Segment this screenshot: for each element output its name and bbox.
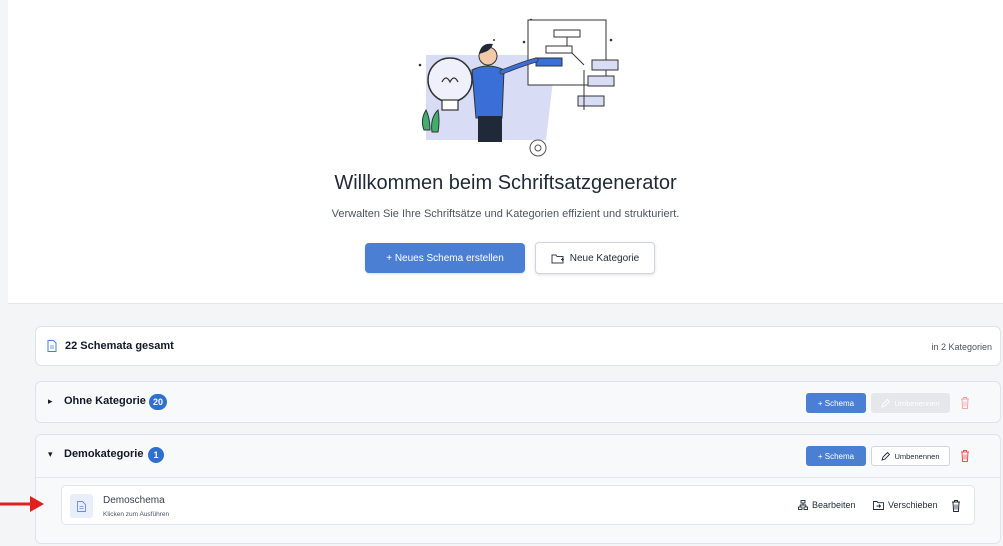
trash-icon[interactable] — [959, 396, 971, 410]
pencil-icon — [881, 451, 891, 461]
rename-category-button[interactable]: Umbenennen — [871, 393, 950, 413]
add-schema-button[interactable]: + Schema — [806, 393, 866, 413]
schema-icon-box — [70, 494, 93, 518]
category-name: Demokategorie — [64, 448, 144, 460]
caret-right-icon[interactable]: ▸ — [48, 396, 53, 407]
category-name: Ohne Kategorie — [64, 395, 146, 407]
new-category-button[interactable]: Neue Kategorie — [535, 242, 655, 274]
divider — [36, 477, 1000, 478]
new-category-button-label: Neue Kategorie — [569, 252, 640, 264]
new-schema-button-label: + Neues Schema erstellen — [386, 252, 504, 264]
rename-label: Umbenennen — [894, 451, 940, 461]
edit-label: Bearbeiten — [812, 500, 856, 510]
hero-illustration — [418, 18, 619, 157]
trash-icon[interactable] — [950, 499, 962, 513]
category-count-badge: 1 — [148, 447, 164, 463]
category-demokategorie: ▾ Demokategorie 1 + Schema Umbenennen De… — [35, 434, 1001, 544]
summary-category-count: in 2 Kategorien — [931, 342, 992, 352]
rename-category-button[interactable]: Umbenennen — [871, 446, 950, 466]
page-title: Willkommen beim Schriftsatzgenerator — [334, 172, 677, 194]
rename-label: Umbenennen — [894, 398, 940, 408]
schema-list-item[interactable]: Demoschema Klicken zum Ausführen Bearbei… — [61, 485, 975, 525]
new-schema-button[interactable]: + Neues Schema erstellen — [365, 243, 525, 273]
move-label: Verschieben — [888, 500, 938, 510]
edit-schema-button[interactable]: Bearbeiten — [798, 500, 856, 510]
category-count-badge: 20 — [149, 394, 168, 410]
document-icon — [77, 500, 86, 512]
caret-down-icon[interactable]: ▾ — [48, 449, 53, 460]
folder-move-icon — [873, 501, 884, 510]
page-subtitle: Verwalten Sie Ihre Schriftsätze und Kate… — [331, 208, 680, 220]
folder-plus-icon — [551, 254, 564, 263]
annotation-arrow-icon — [0, 496, 44, 512]
schema-hint: Klicken zum Ausführen — [103, 511, 170, 518]
trash-icon[interactable] — [959, 449, 971, 463]
schema-name: Demoschema — [103, 495, 165, 506]
document-icon — [47, 340, 57, 352]
pencil-icon — [881, 398, 891, 408]
add-schema-button[interactable]: + Schema — [806, 446, 866, 466]
move-schema-button[interactable]: Verschieben — [873, 500, 938, 510]
sitemap-icon — [798, 500, 808, 510]
schema-summary: 22 Schemata gesamt in 2 Kategorien — [35, 326, 1001, 366]
category-ohne-kategorie: ▸ Ohne Kategorie 20 + Schema Umbenennen — [35, 381, 1001, 423]
summary-title: 22 Schemata gesamt — [65, 340, 174, 352]
